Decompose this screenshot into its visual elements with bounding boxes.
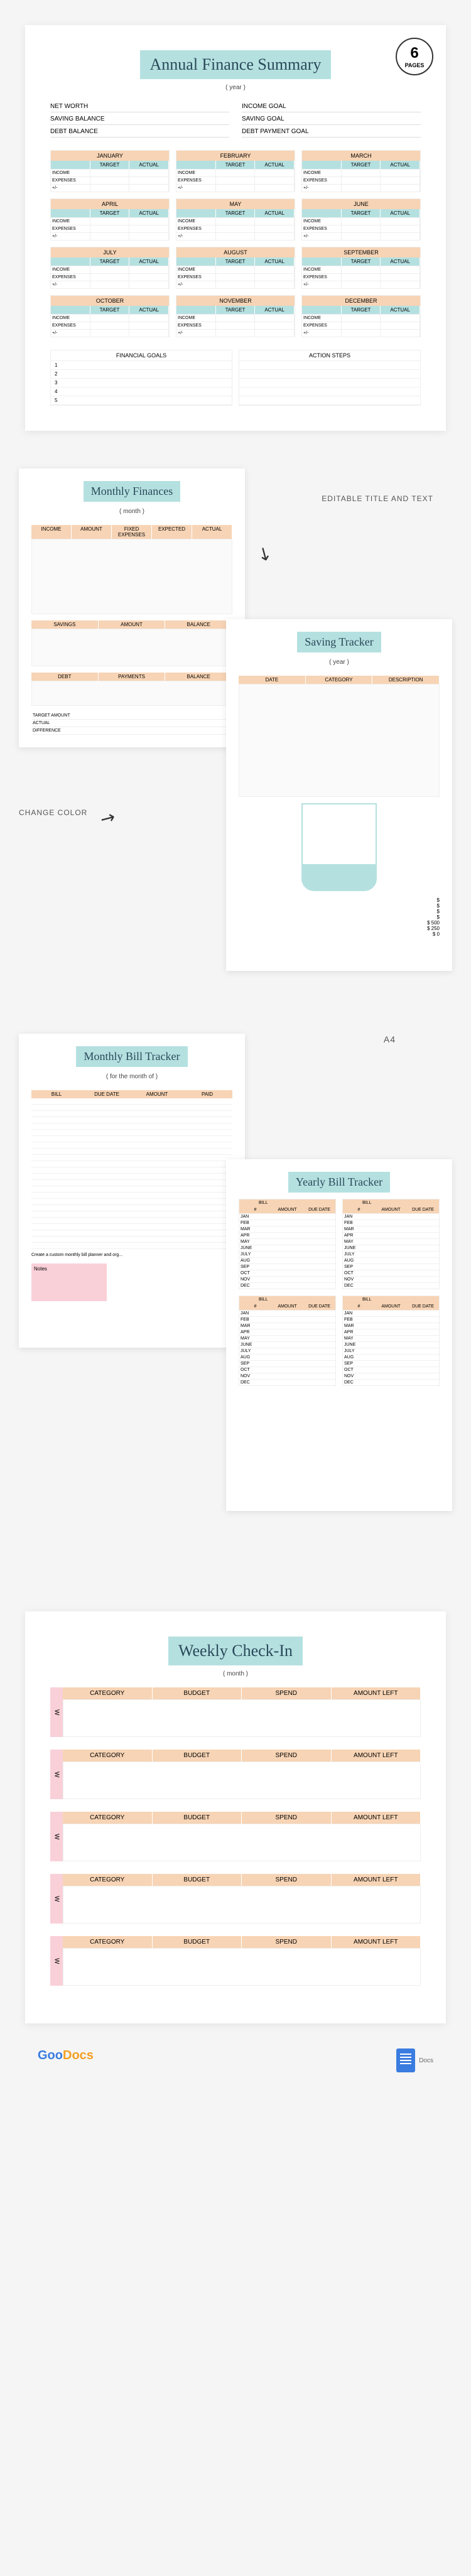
saving-title: Saving Tracker: [297, 632, 381, 652]
section-monthly-saving: Monthly Finances ( month ) INCOMEAMOUNTF…: [0, 456, 471, 1021]
goals-head-right: ACTION STEPS: [239, 350, 420, 361]
footer: GooDocs Docs: [25, 2048, 446, 2072]
kv-label: SAVING GOAL: [242, 116, 284, 122]
month-card: JUNETARGETACTUALINCOMEEXPENSES+/-: [301, 198, 421, 241]
month-card: JANUARYTARGETACTUALINCOMEEXPENSES+/-: [50, 150, 170, 192]
google-docs-icon: [396, 2048, 415, 2072]
section-bill-trackers: A4 Monthly Bill Tracker ( for the month …: [0, 1021, 471, 1586]
weekly-row: WCATEGORYBUDGETSPENDAMOUNT LEFT: [50, 1687, 421, 1737]
page-monthly-bill-tracker: Monthly Bill Tracker ( for the month of …: [19, 1034, 245, 1348]
month-card: FEBRUARYTARGETACTUALINCOMEEXPENSES+/-: [176, 150, 295, 192]
page-saving-tracker: Saving Tracker ( year ) DATECATEGORYDESC…: [226, 619, 452, 971]
month-card: OCTOBERTARGETACTUALINCOMEEXPENSES+/-: [50, 295, 170, 337]
weekly-row: WCATEGORYBUDGETSPENDAMOUNT LEFT: [50, 1812, 421, 1861]
month-card: APRILTARGETACTUALINCOMEEXPENSES+/-: [50, 198, 170, 241]
week-tab: W: [50, 1936, 63, 1986]
page-yearly-bill-tracker: Yearly Bill Tracker BILL#AMOUNTDUE DATEJ…: [226, 1159, 452, 1511]
weekly-row: WCATEGORYBUDGETSPENDAMOUNT LEFT: [50, 1936, 421, 1986]
kv-label: INCOME GOAL: [242, 103, 286, 110]
feature-change-color: CHANGE COLOR: [19, 808, 87, 818]
monthly-bill-subtitle: ( for the month of ): [31, 1073, 232, 1080]
week-tab: W: [50, 1812, 63, 1861]
badge-number: 6: [410, 45, 418, 62]
month-card: AUGUSTTARGETACTUALINCOMEEXPENSES+/-: [176, 247, 295, 289]
weekly-subtitle: ( month ): [50, 1670, 421, 1677]
feature-editable-text: EDITABLE TITLE AND TEXT: [322, 494, 433, 504]
weekly-title: Weekly Check-In: [168, 1637, 303, 1665]
months-grid: JANUARYTARGETACTUALINCOMEEXPENSES+/-FEBR…: [50, 150, 421, 337]
docs-label: Docs: [419, 2057, 433, 2064]
year-subtitle: ( year ): [50, 84, 421, 91]
week-tab: W: [50, 1750, 63, 1799]
saving-subtitle: ( year ): [239, 659, 440, 666]
weekly-row: WCATEGORYBUDGETSPENDAMOUNT LEFT: [50, 1874, 421, 1924]
page-title: Annual Finance Summary: [140, 50, 332, 79]
pages-badge: 6 PAGES: [396, 38, 433, 75]
kv-label: NET WORTH: [50, 103, 88, 110]
monthly-table-head: INCOMEAMOUNTFIXED EXPENSESEXPECTEDACTUAL: [31, 525, 232, 539]
arrow-icon: ↗: [252, 543, 278, 566]
page-weekly-checkin: Weekly Check-In ( month ) WCATEGORYBUDGE…: [25, 1611, 446, 2023]
goals-head-left: FINANCIAL GOALS: [51, 350, 232, 361]
month-card: MAYTARGETACTUALINCOMEEXPENSES+/-: [176, 198, 295, 241]
monthly-title: Monthly Finances: [84, 481, 181, 502]
page-annual-summary: 6 PAGES Annual Finance Summary ( year ) …: [25, 25, 446, 431]
kv-label: SAVING BALANCE: [50, 116, 105, 122]
week-tab: W: [50, 1874, 63, 1924]
a4-label: A4: [384, 1034, 396, 1046]
badge-label: PAGES: [405, 62, 425, 68]
month-card: NOVEMBERTARGETACTUALINCOMEEXPENSES+/-: [176, 295, 295, 337]
savings-jar-icon: [301, 803, 377, 891]
month-card: JULYTARGETACTUALINCOMEEXPENSES+/-: [50, 247, 170, 289]
monthly-bill-title: Monthly Bill Tracker: [76, 1046, 187, 1067]
monthly-bill-note: Create a custom monthly bill planner and…: [31, 1253, 232, 1257]
yearly-bill-title: Yearly Bill Tracker: [288, 1172, 390, 1193]
month-card: SEPTEMBERTARGETACTUALINCOMEEXPENSES+/-: [301, 247, 421, 289]
arrow-icon: ↗: [96, 805, 119, 830]
logo-part2: Docs: [63, 2048, 94, 2062]
goodocs-logo: GooDocs: [38, 2048, 94, 2072]
logo-part1: Goo: [38, 2048, 63, 2062]
summary-kv-grid: NET WORTH INCOME GOAL SAVING BALANCE SAV…: [50, 101, 421, 138]
goals-section: FINANCIAL GOALS 12345 ACTION STEPS: [50, 350, 421, 406]
kv-label: DEBT PAYMENT GOAL: [242, 128, 309, 135]
month-card: MARCHTARGETACTUALINCOMEEXPENSES+/-: [301, 150, 421, 192]
notes-box: Notes: [31, 1264, 107, 1301]
page-monthly-finances: Monthly Finances ( month ) INCOMEAMOUNTF…: [19, 468, 245, 747]
weekly-row: WCATEGORYBUDGETSPENDAMOUNT LEFT: [50, 1750, 421, 1799]
week-tab: W: [50, 1687, 63, 1737]
monthly-subtitle: ( month ): [31, 508, 232, 515]
kv-label: DEBT BALANCE: [50, 128, 98, 135]
month-card: DECEMBERTARGETACTUALINCOMEEXPENSES+/-: [301, 295, 421, 337]
